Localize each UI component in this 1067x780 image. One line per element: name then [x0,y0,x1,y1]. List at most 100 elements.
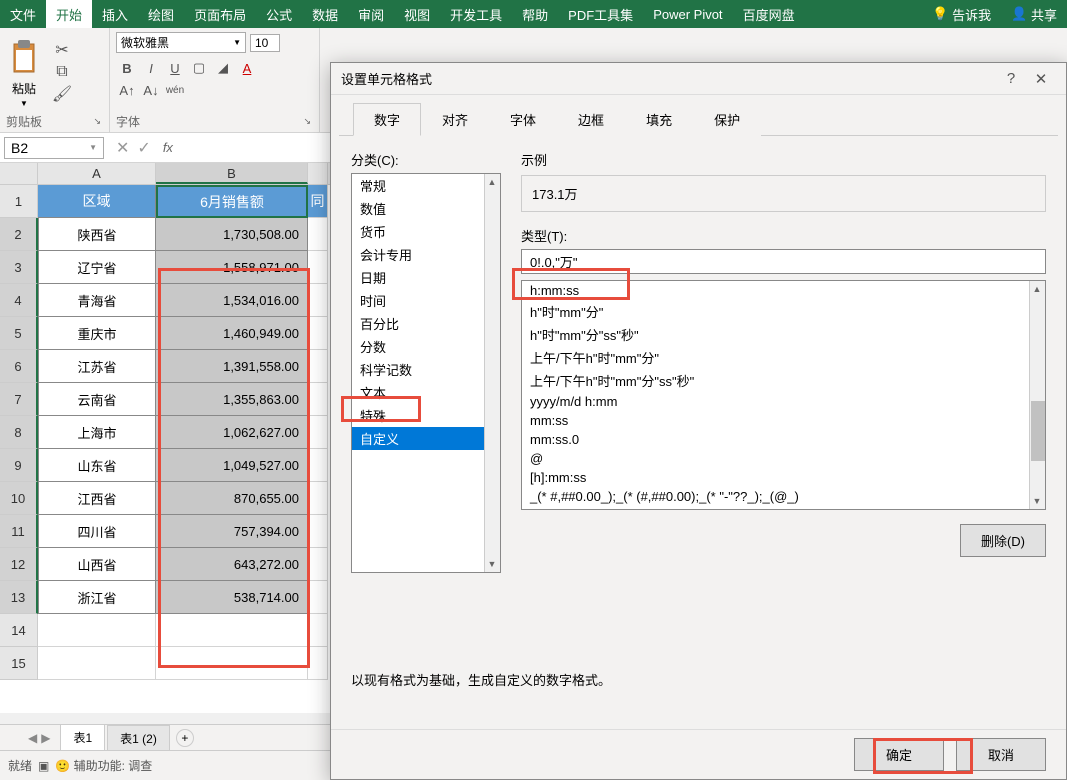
increase-font[interactable]: A↑ [116,79,138,101]
category-item-8[interactable]: 科学记数 [352,358,500,381]
menu-pdf[interactable]: PDF工具集 [558,0,643,28]
type-item-10[interactable]: _(* #,##0.00_);_(* (#,##0.00);_(* "-"??_… [522,487,1045,506]
cell-C14[interactable] [308,614,328,647]
type-item-6[interactable]: mm:ss [522,411,1045,430]
cell-B6[interactable]: 1,391,558.00 [156,350,308,383]
prev-sheet-icon[interactable]: ◀ [28,731,37,745]
cell-A9[interactable]: 山东省 [38,449,156,482]
type-list[interactable]: h:mm:ssh"时"mm"分"h"时"mm"分"ss"秒"上午/下午h"时"m… [521,280,1046,510]
category-item-4[interactable]: 日期 [352,266,500,289]
cell-B4[interactable]: 1,534,016.00 [156,284,308,317]
type-item-4[interactable]: 上午/下午h"时"mm"分"ss"秒" [522,369,1045,392]
type-scrollbar[interactable]: ▲ ▼ [1029,281,1045,509]
next-sheet-icon[interactable]: ▶ [41,731,50,745]
category-item-11[interactable]: 自定义 [352,427,500,450]
cell-A8[interactable]: 上海市 [38,416,156,449]
expand-icon[interactable]: ↘ [91,116,103,127]
menu-data[interactable]: 数据 [302,0,348,28]
fx-icon[interactable]: fx [159,140,177,155]
dialog-close-button[interactable]: ✕ [1026,70,1056,88]
cell-C12[interactable] [308,548,328,581]
cell-B7[interactable]: 1,355,863.00 [156,383,308,416]
cell-A1[interactable]: 区域 [38,185,156,218]
category-item-0[interactable]: 常规 [352,174,500,197]
col-header-C[interactable] [308,163,328,184]
cut-button[interactable]: ✂ [52,41,72,59]
cell-A7[interactable]: 云南省 [38,383,156,416]
dialog-tab-align[interactable]: 对齐 [421,103,489,136]
col-header-B[interactable]: B [156,163,308,184]
copy-button[interactable]: ⧉ [52,63,72,81]
row-header-1[interactable]: 1 [0,185,38,218]
cell-B8[interactable]: 1,062,627.00 [156,416,308,449]
sheet-tab-2[interactable]: 表1 (2) [107,725,170,751]
cell-B2[interactable]: 1,730,508.00 [156,218,308,251]
cell-C13[interactable] [308,581,328,614]
cell-B12[interactable]: 643,272.00 [156,548,308,581]
add-sheet-button[interactable]: + [176,729,194,747]
cancel-button[interactable]: 取消 [956,738,1046,771]
cell-A2[interactable]: 陕西省 [38,218,156,251]
border-button[interactable]: ▢ [188,57,210,79]
row-header-4[interactable]: 4 [0,284,38,317]
decrease-font[interactable]: A↓ [140,79,162,101]
menu-devtools[interactable]: 开发工具 [440,0,512,28]
category-item-7[interactable]: 分数 [352,335,500,358]
cell-C1[interactable]: 同 [308,185,328,218]
cell-A11[interactable]: 四川省 [38,515,156,548]
record-macro-icon[interactable]: ▣ [38,759,49,773]
menu-help[interactable]: 帮助 [512,0,558,28]
cell-A13[interactable]: 浙江省 [38,581,156,614]
category-item-3[interactable]: 会计专用 [352,243,500,266]
category-list[interactable]: 常规数值货币会计专用日期时间百分比分数科学记数文本特殊自定义 ▲ ▼ [351,173,501,573]
cell-B14[interactable] [156,614,308,647]
type-item-9[interactable]: [h]:mm:ss [522,468,1045,487]
menu-file[interactable]: 文件 [0,0,46,28]
dialog-tab-border[interactable]: 边框 [557,103,625,136]
cell-A4[interactable]: 青海省 [38,284,156,317]
scroll-up-icon[interactable]: ▲ [485,174,499,190]
row-header-2[interactable]: 2 [0,218,38,251]
cell-A10[interactable]: 江西省 [38,482,156,515]
tell-me[interactable]: 💡告诉我 [922,0,1001,28]
row-header-12[interactable]: 12 [0,548,38,581]
col-header-A[interactable]: A [38,163,156,184]
cell-A6[interactable]: 江苏省 [38,350,156,383]
type-item-5[interactable]: yyyy/m/d h:mm [522,392,1045,411]
italic-button[interactable]: I [140,57,162,79]
cell-C3[interactable] [308,251,328,284]
type-item-1[interactable]: h"时"mm"分" [522,300,1045,323]
row-header-8[interactable]: 8 [0,416,38,449]
ok-button[interactable]: 确定 [854,738,944,771]
menu-review[interactable]: 审阅 [348,0,394,28]
type-item-7[interactable]: mm:ss.0 [522,430,1045,449]
accessibility-status[interactable]: 🙂 辅助功能: 调查 [55,757,152,774]
category-item-6[interactable]: 百分比 [352,312,500,335]
row-header-9[interactable]: 9 [0,449,38,482]
cell-C2[interactable] [308,218,328,251]
paste-button[interactable]: 粘贴 ▼ [6,36,42,108]
cell-C11[interactable] [308,515,328,548]
row-header-11[interactable]: 11 [0,515,38,548]
scroll-down-icon[interactable]: ▼ [485,556,499,572]
font-color-button[interactable]: A [236,57,258,79]
type-item-0[interactable]: h:mm:ss [522,281,1045,300]
expand-icon[interactable]: ↘ [301,116,313,127]
bold-button[interactable]: B [116,57,138,79]
underline-button[interactable]: U [164,57,186,79]
row-header-14[interactable]: 14 [0,614,38,647]
cell-B15[interactable] [156,647,308,680]
dialog-tab-number[interactable]: 数字 [353,103,421,136]
dialog-tab-protect[interactable]: 保护 [693,103,761,136]
cancel-formula-icon[interactable]: ✕ [116,138,129,158]
dialog-tab-fill[interactable]: 填充 [625,103,693,136]
type-input[interactable] [521,249,1046,274]
cell-B10[interactable]: 870,655.00 [156,482,308,515]
sheet-tab-1[interactable]: 表1 [60,724,105,752]
cell-C9[interactable] [308,449,328,482]
font-name-combo[interactable]: 微软雅黑▼ [116,32,246,53]
share-button[interactable]: 👤 共享 [1001,0,1067,28]
row-header-10[interactable]: 10 [0,482,38,515]
category-item-1[interactable]: 数值 [352,197,500,220]
cell-B11[interactable]: 757,394.00 [156,515,308,548]
